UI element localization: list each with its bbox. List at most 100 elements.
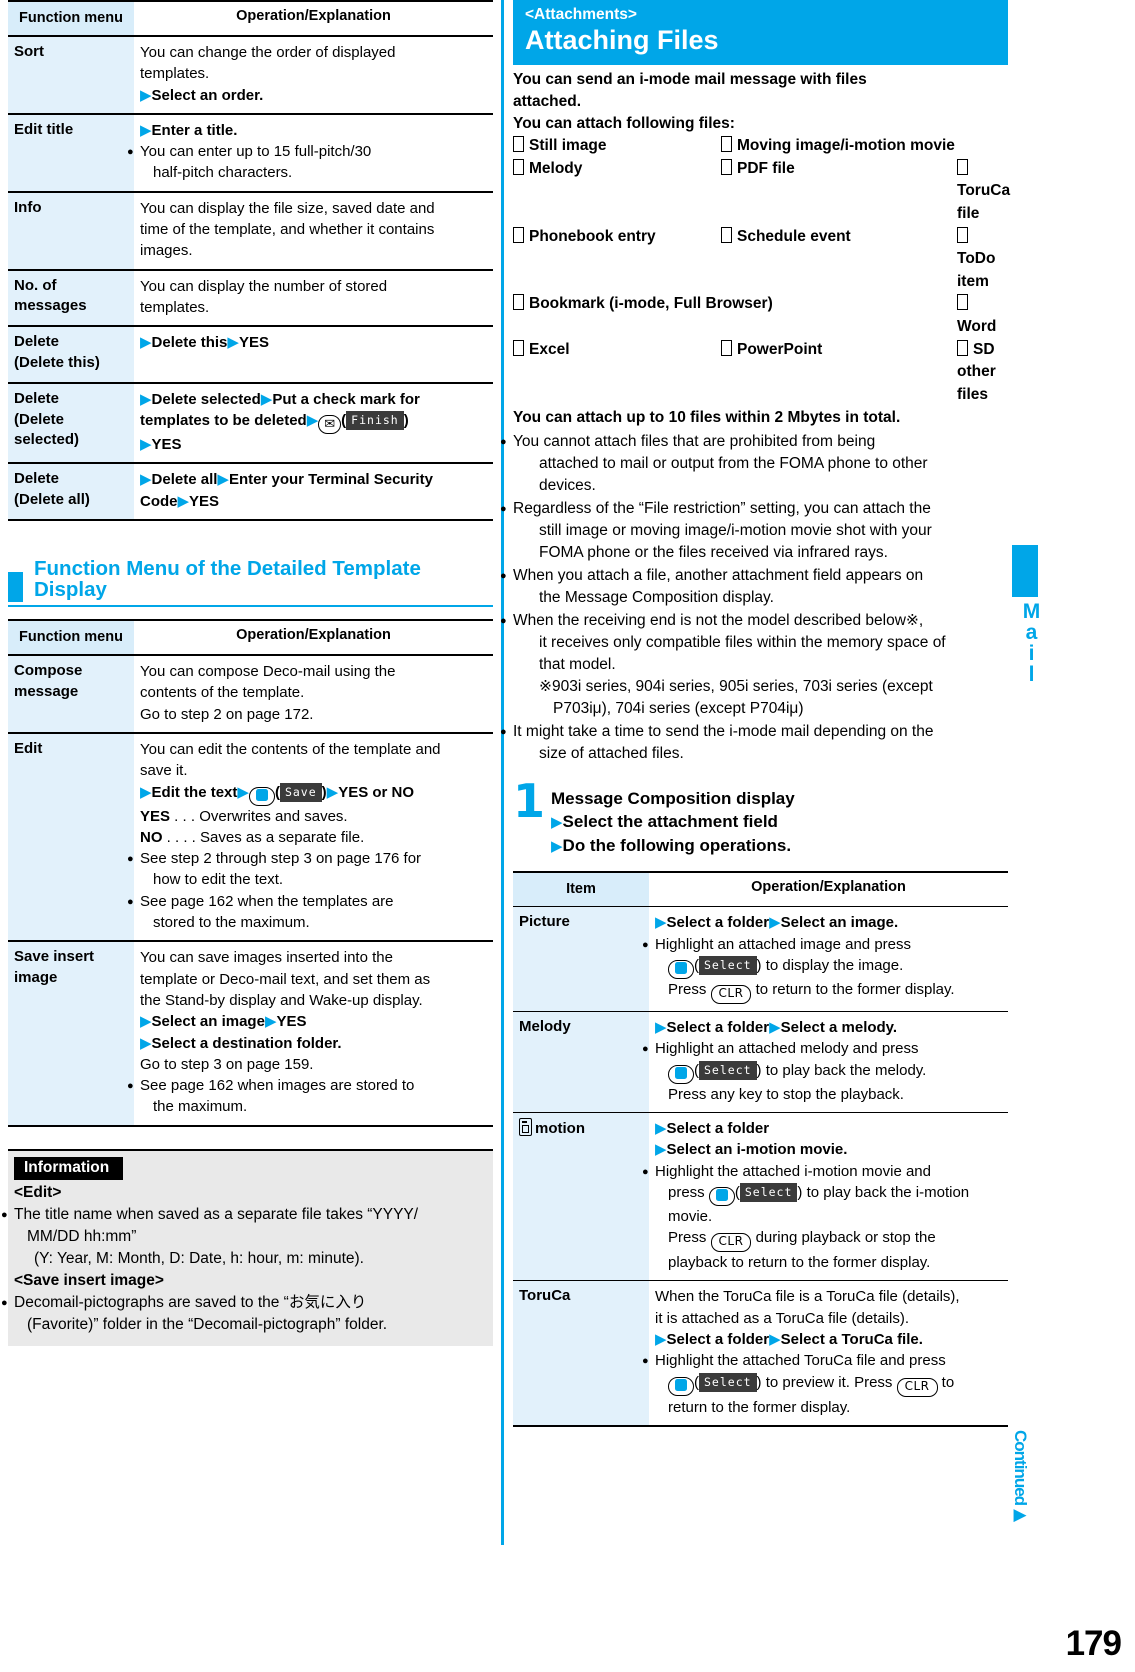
row-content-sort: You can change the order of displayed te… [134, 35, 493, 114]
text-line: playback to return to the former display… [668, 1254, 931, 1272]
procedure-step-1: 1 Message Composition display Select the… [513, 778, 1008, 858]
section-marker [8, 572, 23, 603]
file-type-item: SD other files [957, 339, 996, 403]
text-line: You can display the file size, saved dat… [140, 199, 435, 217]
text-line: movie. [668, 1207, 713, 1225]
step-sequence: Delete allEnter your Terminal Security C… [140, 471, 433, 509]
step-text: Select a folder [666, 1119, 770, 1137]
text-line: time of the template, and whether it con… [140, 221, 435, 239]
row-label-edit: Edit [8, 731, 134, 942]
arrow-icon [655, 1120, 667, 1137]
text-line: return to the former display. [668, 1398, 851, 1416]
arrow-icon [140, 87, 152, 104]
step-text: Select an order. [151, 86, 264, 104]
attachable-file-types: Still image Moving image/i-motion movie … [513, 135, 1010, 407]
table-header-row: Function menu Operation/Explanation [8, 0, 493, 37]
bullet-line-cont: half-pitch characters. [153, 164, 293, 182]
text-line: images. [140, 242, 193, 260]
table-header-row: Function menu Operation/Explanation [8, 619, 493, 656]
note-item: You cannot attach files that are prohibi… [513, 432, 928, 494]
arrow-icon [655, 1019, 667, 1036]
bullet-box-icon [513, 294, 524, 311]
file-type-item: PowerPoint [721, 339, 957, 407]
key-line: Press CLR during playback or stop the [655, 1227, 1002, 1253]
column-header-function-menu: Function menu [8, 0, 134, 37]
center-key-icon [668, 1064, 694, 1084]
row-label-no-of-messages: No. of messages [8, 268, 134, 327]
file-type-item: Word [957, 293, 1010, 338]
table-row: Edit You can edit the contents of the te… [8, 731, 493, 942]
table-row: Melody Select a folderSelect a melody. H… [513, 1011, 1008, 1113]
mail-key-icon: ✉ [318, 415, 342, 435]
text-line: When the ToruCa file is a ToruCa file (d… [655, 1288, 960, 1306]
arrow-icon [769, 1331, 781, 1348]
bullet-line: See page 162 when the templates are [140, 892, 394, 910]
column-header-function-menu: Function menu [8, 619, 134, 656]
row-content-delete-selected: Delete selectedPut a check mark for temp… [134, 381, 493, 464]
arrow-icon [140, 122, 152, 139]
arrow-icon [140, 471, 152, 488]
step-sequence: Select a folderSelect an image. [655, 914, 898, 931]
file-type-item: Still image [513, 135, 721, 158]
row-content-save-insert-image: You can save images inserted into the te… [134, 940, 493, 1126]
row-content-toruca: When the ToruCa file is a ToruCa file (d… [649, 1280, 1008, 1426]
header-tag: <Attachments> [525, 6, 637, 23]
section-title: Function Menu of the Detailed Template D… [34, 557, 421, 601]
arrow-icon [327, 784, 339, 801]
arrow-icon [655, 1141, 667, 1158]
arrow-icon [140, 334, 152, 351]
arrow-icon [307, 412, 319, 429]
row-content-info: You can display the file size, saved dat… [134, 190, 493, 270]
softkey-finish: Finish [346, 411, 404, 431]
bullet-line-cont: (Favorite)” folder in the “Decomail-pict… [27, 1315, 388, 1333]
arrow-icon [265, 1013, 277, 1030]
row-label-save-insert-image: Save insert image [8, 940, 134, 1126]
note-item: When you attach a file, another attachme… [513, 566, 924, 606]
clr-key-icon: CLR [710, 1233, 752, 1253]
row-label-picture: Picture [513, 906, 649, 1012]
arrow-icon [227, 334, 239, 351]
table-row: Edit title Enter a title. You can enter … [8, 112, 493, 192]
table-row: ToruCa When the ToruCa file is a ToruCa … [513, 1280, 1008, 1426]
function-menu-table-1: Function menu Operation/Explanation Sort… [8, 0, 493, 534]
row-content-i-motion: Select a folder Select an i-motion movie… [649, 1111, 1008, 1281]
note-item: It might take a time to send the i-mode … [513, 722, 934, 762]
bullet-line: The title name when saved as a separate … [14, 1205, 419, 1223]
row-label-edit-title: Edit title [8, 112, 134, 192]
bullet-box-icon [513, 136, 524, 153]
table-row: Delete(Delete all) Delete allEnter your … [8, 462, 493, 521]
note-item: When the receiving end is not the model … [513, 610, 1008, 720]
information-body: <Edit> The title name when saved as a se… [8, 1182, 493, 1336]
column-divider [501, 0, 504, 1545]
arrow-icon [140, 436, 152, 453]
table-header-row: Item Operation/Explanation [513, 871, 1008, 908]
bullet-box-icon [721, 339, 732, 356]
side-tab-marker [1012, 545, 1038, 597]
softkey-select: Select [699, 1372, 757, 1392]
text-line: You can edit the contents of the templat… [140, 740, 441, 758]
bullet-box-icon [721, 158, 732, 175]
row-content-edit-title: Enter a title. You can enter up to 15 fu… [134, 112, 493, 192]
table-row: Info You can display the file size, save… [8, 190, 493, 270]
table-row: Save insert image You can save images ins… [8, 940, 493, 1126]
clr-key-icon: CLR [710, 985, 752, 1005]
row-label-delete-selected: Delete (Delete selected) [8, 381, 134, 464]
bullet-line: Decomail-pictographs are saved to the “お… [14, 1293, 367, 1311]
i-motion-icon [519, 1117, 532, 1136]
arrow-icon [140, 1013, 152, 1030]
text-line: You can save images inserted into the [140, 949, 393, 967]
note-item: Regardless of the “File restriction” set… [513, 499, 932, 561]
table-bottom-rule [513, 1424, 1008, 1439]
arrow-icon [140, 784, 152, 801]
attachment-item-table: Item Operation/Explanation Picture Selec… [513, 871, 1008, 1439]
file-type-item: Bookmark (i-mode, Full Browser) [513, 293, 957, 338]
function-menu-table-2: Function menu Operation/Explanation Comp… [8, 619, 493, 1139]
bullet-line: Highlight an attached image and press [655, 935, 911, 953]
table-row: Picture Select a folderSelect an image. … [513, 906, 1008, 1012]
bullet-box-icon [513, 158, 524, 175]
center-key-icon [708, 1186, 735, 1206]
softkey-save: Save [279, 782, 322, 802]
file-type-item: Schedule event [721, 226, 957, 294]
definition-line: YES . . . Overwrites and saves. [140, 807, 348, 825]
arrow-icon [140, 1035, 152, 1052]
